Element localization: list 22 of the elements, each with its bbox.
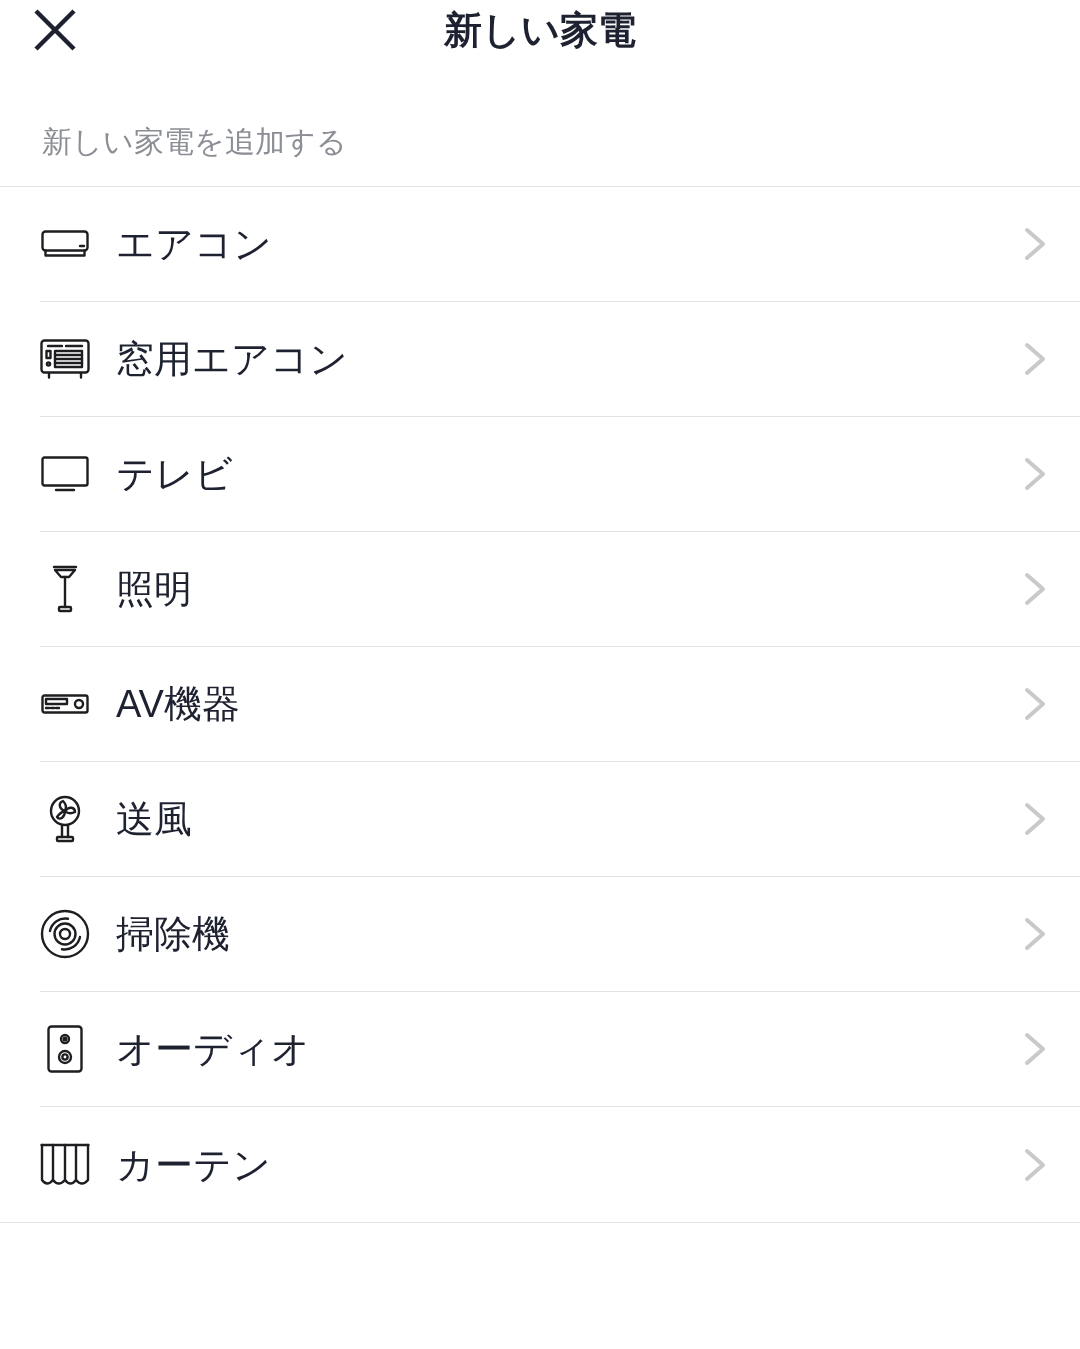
chevron-right-icon <box>1024 342 1046 376</box>
chevron-right-icon <box>1024 1147 1046 1182</box>
window-air-conditioner-icon <box>40 339 90 379</box>
concentric-circles-icon <box>40 909 90 959</box>
close-icon <box>33 8 77 52</box>
av-receiver-icon <box>41 694 89 714</box>
chevron-right-icon <box>1024 917 1046 951</box>
chevron-right-icon <box>1024 227 1046 261</box>
chevron-right-icon <box>1024 802 1046 836</box>
speaker-icon <box>47 1025 83 1073</box>
chevron-right-icon <box>1024 1032 1046 1066</box>
tv-icon <box>41 456 89 492</box>
section-heading: 新しい家電を追加する <box>42 124 347 160</box>
chevron-right-icon <box>1024 457 1046 491</box>
air-conditioner-icon <box>41 230 89 258</box>
chevron-right-icon <box>1024 572 1046 606</box>
fan-icon <box>49 795 81 843</box>
curtain-icon <box>40 1142 90 1187</box>
lamp-icon <box>52 565 78 613</box>
chevron-right-icon <box>1024 687 1046 721</box>
close-button[interactable] <box>32 7 78 53</box>
page-title: 新しい家電 <box>444 8 636 53</box>
